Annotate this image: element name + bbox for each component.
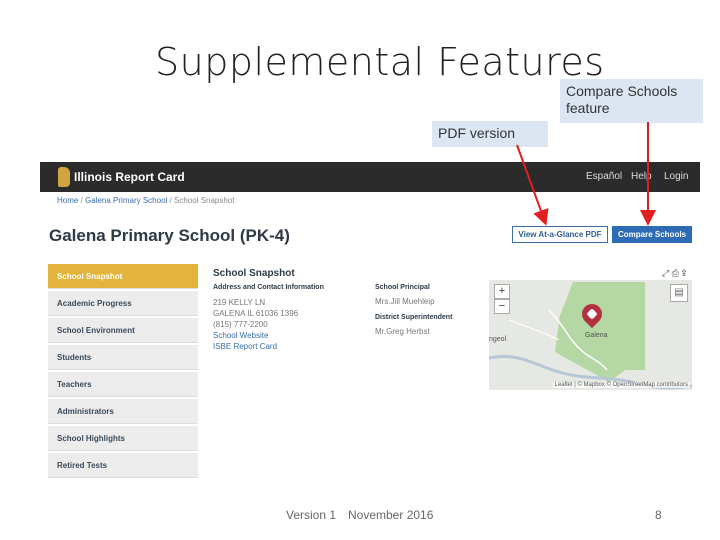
- sidebar-item-school-environment[interactable]: School Environment: [48, 318, 198, 343]
- view-at-a-glance-pdf-button[interactable]: View At-a-Glance PDF: [512, 226, 608, 243]
- top-navigation-bar: Illinois Report Card Español Help Login: [40, 162, 700, 192]
- principal-heading: School Principal: [375, 284, 430, 291]
- sidebar-menu: School Snapshot Academic Progress School…: [48, 264, 198, 480]
- school-website-link[interactable]: School Website: [213, 330, 298, 341]
- address-line-1: 219 KELLY LN: [213, 298, 266, 307]
- nav-login-link[interactable]: Login: [664, 171, 688, 182]
- school-location-map[interactable]: + − ▤ Galena ngeol Leaflet | © Mapbox © …: [489, 280, 692, 390]
- sidebar-item-students[interactable]: Students: [48, 345, 198, 370]
- compare-schools-button[interactable]: Compare Schools: [612, 226, 692, 243]
- footer-version: Version 1: [286, 508, 337, 522]
- address-line-2: GALENA IL 61036 1396: [213, 309, 299, 318]
- sidebar-item-academic-progress[interactable]: Academic Progress: [48, 291, 198, 316]
- snapshot-title: School Snapshot: [213, 268, 295, 279]
- breadcrumb-school[interactable]: Galena Primary School: [85, 196, 167, 205]
- page-number: 8: [655, 508, 662, 522]
- breadcrumb-home[interactable]: Home: [57, 196, 78, 205]
- map-city-label: Galena: [585, 332, 608, 339]
- principal-name: Mrs.Jill Muehleip: [375, 297, 435, 306]
- map-zoom-out-button[interactable]: −: [494, 299, 510, 314]
- school-name-heading: Galena Primary School (PK-4): [49, 226, 290, 245]
- breadcrumb: Home / Galena Primary School / School Sn…: [57, 196, 234, 205]
- map-edge-label: ngeol: [489, 336, 507, 343]
- superintendent-heading: District Superintendent: [375, 314, 453, 321]
- footer-date: November 2016: [348, 508, 434, 522]
- nav-espanol-link[interactable]: Español: [586, 171, 622, 182]
- illinois-state-logo-icon: [58, 167, 70, 187]
- nav-help-link[interactable]: Help: [631, 171, 652, 182]
- slide-title: Supplemental Features: [155, 40, 605, 84]
- compare-schools-callout: Compare Schools feature: [560, 79, 703, 123]
- sidebar-item-school-snapshot[interactable]: School Snapshot: [48, 264, 198, 289]
- sidebar-item-retired-tests[interactable]: Retired Tests: [48, 453, 198, 478]
- breadcrumb-current: School Snapshot: [173, 196, 235, 205]
- pdf-version-callout: PDF version: [432, 121, 548, 147]
- sidebar-item-school-highlights[interactable]: School Highlights: [48, 426, 198, 451]
- map-attribution[interactable]: Leaflet | © Mapbox © OpenStreetMap contr…: [552, 382, 690, 388]
- address-heading: Address and Contact Information: [213, 284, 324, 291]
- map-zoom-in-button[interactable]: +: [494, 284, 510, 299]
- pin-center: [586, 308, 598, 320]
- sidebar-item-teachers[interactable]: Teachers: [48, 372, 198, 397]
- print-icon[interactable]: ⎙: [672, 268, 679, 278]
- isbe-report-card-link[interactable]: ISBE Report Card: [213, 341, 298, 352]
- phone-number: (815) 777-2200: [213, 320, 268, 329]
- brand-name[interactable]: Illinois Report Card: [74, 170, 185, 184]
- map-layers-icon[interactable]: ▤: [670, 284, 688, 302]
- map-toolbar: ⤢ ⎙ ⇪: [662, 268, 687, 279]
- address-block: 219 KELLY LN GALENA IL 61036 1396 (815) …: [213, 297, 298, 352]
- superintendent-name: Mr.Greg Herbst: [375, 327, 430, 336]
- sidebar-item-administrators[interactable]: Administrators: [48, 399, 198, 424]
- share-icon[interactable]: ⇪: [681, 268, 686, 278]
- fullscreen-icon[interactable]: ⤢: [662, 268, 669, 278]
- report-card-screenshot: Illinois Report Card Español Help Login …: [40, 162, 700, 492]
